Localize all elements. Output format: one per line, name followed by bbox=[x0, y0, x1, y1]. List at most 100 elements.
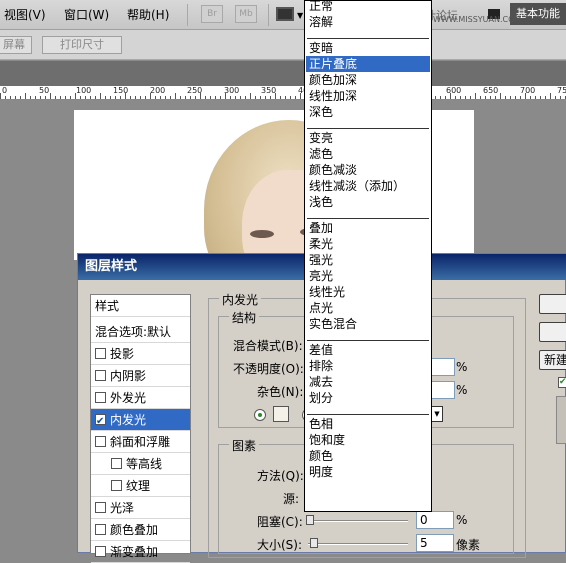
blend-mode-option[interactable]: 减去 bbox=[306, 374, 430, 390]
color-radio[interactable] bbox=[254, 409, 266, 421]
ruler-label: 300 bbox=[224, 86, 240, 95]
choke-slider-knob[interactable] bbox=[306, 515, 314, 525]
ruler-tick bbox=[165, 96, 166, 99]
blend-mode-option[interactable]: 明度 bbox=[306, 464, 430, 480]
noise-input[interactable] bbox=[431, 381, 455, 399]
blend-mode-menu: 正常 溶解变暗 正片叠底 颜色加深 线性加深 深色变亮 滤色 颜色减淡 线性减淡（添加） 浅色叠加… bbox=[304, 0, 432, 512]
checkbox-icon[interactable] bbox=[111, 458, 122, 469]
blend-mode-option[interactable]: 颜色 bbox=[306, 448, 430, 464]
style-item[interactable]: 等高线 bbox=[91, 453, 190, 475]
blend-mode-option[interactable]: 正常 bbox=[306, 1, 430, 14]
blend-mode-option[interactable]: 线性减淡（添加） bbox=[306, 178, 430, 194]
preview-swatch bbox=[556, 396, 566, 444]
style-list-header[interactable]: 样式 bbox=[91, 295, 190, 317]
blend-mode-option[interactable]: 点光 bbox=[306, 300, 430, 316]
blend-mode-option[interactable]: 线性加深 bbox=[306, 88, 430, 104]
blend-mode-option[interactable]: 线性光 bbox=[306, 284, 430, 300]
site-watermark: WWW.MISSYUAN.COM bbox=[433, 15, 522, 24]
ruler-tick bbox=[550, 93, 551, 99]
menu-separator bbox=[268, 4, 269, 26]
print-size-button[interactable]: 打印尺寸 bbox=[42, 36, 122, 54]
ruler-tick bbox=[535, 96, 536, 99]
gradient-dropdown-arrow[interactable]: ▼ bbox=[431, 406, 443, 422]
choke-input[interactable]: 0 bbox=[416, 511, 454, 529]
menu-help[interactable]: 帮助(H) bbox=[127, 6, 169, 23]
choke-slider-track[interactable] bbox=[308, 520, 408, 522]
menu-separator bbox=[307, 128, 429, 129]
ruler-label: 150 bbox=[113, 86, 129, 95]
checkbox-icon[interactable] bbox=[95, 502, 106, 513]
checkbox-icon[interactable] bbox=[95, 348, 106, 359]
style-item[interactable]: 斜面和浮雕 bbox=[91, 431, 190, 453]
style-item[interactable]: 内阴影 bbox=[91, 365, 190, 387]
blend-mode-option[interactable]: 变亮 bbox=[306, 130, 430, 146]
blend-mode-option[interactable]: 饱和度 bbox=[306, 432, 430, 448]
blend-mode-option[interactable]: 柔光 bbox=[306, 236, 430, 252]
mini-bridge-button[interactable]: Mb bbox=[235, 5, 257, 23]
ruler-tick bbox=[215, 96, 216, 99]
chevron-down-icon[interactable]: ▼ bbox=[297, 11, 303, 20]
ruler-tick bbox=[10, 96, 11, 99]
blend-mode-option[interactable]: 色相 bbox=[306, 416, 430, 432]
checkbox-icon[interactable] bbox=[95, 524, 106, 535]
style-item[interactable]: 投影 bbox=[91, 343, 190, 365]
checkbox-icon[interactable] bbox=[95, 436, 106, 447]
ruler-tick bbox=[260, 96, 261, 99]
checkbox-icon[interactable] bbox=[95, 411, 106, 433]
blend-mode-option[interactable]: 正片叠底 bbox=[306, 56, 430, 72]
style-item[interactable]: 外发光 bbox=[91, 387, 190, 409]
blend-mode-option[interactable]: 滤色 bbox=[306, 146, 430, 162]
size-slider-track[interactable] bbox=[308, 543, 408, 545]
blend-mode-option[interactable]: 颜色减淡 bbox=[306, 162, 430, 178]
blend-mode-option[interactable]: 实色混合 bbox=[306, 316, 430, 332]
checkbox-icon[interactable] bbox=[95, 392, 106, 403]
style-item[interactable]: 光泽 bbox=[91, 497, 190, 519]
style-item-label: 外发光 bbox=[110, 391, 147, 405]
blend-mode-option[interactable]: 溶解 bbox=[306, 14, 430, 30]
ruler-tick bbox=[520, 96, 521, 99]
blend-options-item[interactable]: 混合选项:默认 bbox=[91, 321, 190, 343]
menu-separator bbox=[307, 340, 429, 341]
ruler-tick bbox=[485, 96, 486, 99]
fill-screen-button[interactable]: 屏幕 bbox=[0, 36, 32, 54]
blend-mode-option[interactable]: 划分 bbox=[306, 390, 430, 406]
style-item[interactable]: 颜色叠加 bbox=[91, 519, 190, 541]
style-item[interactable]: 内发光 bbox=[91, 409, 190, 433]
ruler-tick bbox=[510, 96, 511, 99]
horizontal-ruler[interactable]: 0501001502002503003504004505005506006507… bbox=[0, 86, 566, 100]
size-input[interactable]: 5 bbox=[416, 534, 454, 552]
glow-color-swatch[interactable] bbox=[273, 406, 289, 422]
film-strip-icon[interactable] bbox=[276, 7, 294, 21]
ruler-tick bbox=[560, 96, 561, 99]
blend-mode-option[interactable]: 叠加 bbox=[306, 220, 430, 236]
blend-mode-option[interactable]: 强光 bbox=[306, 252, 430, 268]
menu-separator bbox=[307, 38, 429, 39]
blend-mode-option[interactable]: 排除 bbox=[306, 358, 430, 374]
menu-window[interactable]: 窗口(W) bbox=[64, 6, 109, 23]
new-style-button[interactable]: 新建样式... bbox=[539, 350, 566, 370]
size-slider-knob[interactable] bbox=[310, 538, 318, 548]
preview-checkbox[interactable]: ✔ bbox=[558, 377, 566, 388]
cancel-button[interactable] bbox=[539, 322, 566, 342]
ruler-tick bbox=[460, 96, 461, 99]
bridge-button[interactable]: Br bbox=[201, 5, 223, 23]
blend-mode-option[interactable]: 差值 bbox=[306, 342, 430, 358]
style-item[interactable]: 纹理 bbox=[91, 475, 190, 497]
ruler-label: 750 bbox=[557, 86, 566, 95]
photo-eye bbox=[250, 230, 274, 238]
blend-mode-option[interactable]: 浅色 bbox=[306, 194, 430, 210]
style-item[interactable]: 渐变叠加 bbox=[91, 541, 190, 563]
blend-mode-option[interactable]: 亮光 bbox=[306, 268, 430, 284]
ruler-tick bbox=[25, 93, 26, 99]
opacity-input[interactable] bbox=[431, 358, 455, 376]
blend-mode-option[interactable]: 深色 bbox=[306, 104, 430, 120]
blend-mode-option[interactable]: 颜色加深 bbox=[306, 72, 430, 88]
checkbox-icon[interactable] bbox=[95, 546, 106, 557]
ok-button[interactable] bbox=[539, 294, 566, 314]
checkbox-icon[interactable] bbox=[111, 480, 122, 491]
blend-mode-option[interactable]: 变暗 bbox=[306, 40, 430, 56]
ruler-tick bbox=[5, 96, 6, 99]
ruler-tick bbox=[210, 96, 211, 99]
menu-view[interactable]: 视图(V) bbox=[4, 6, 46, 23]
checkbox-icon[interactable] bbox=[95, 370, 106, 381]
